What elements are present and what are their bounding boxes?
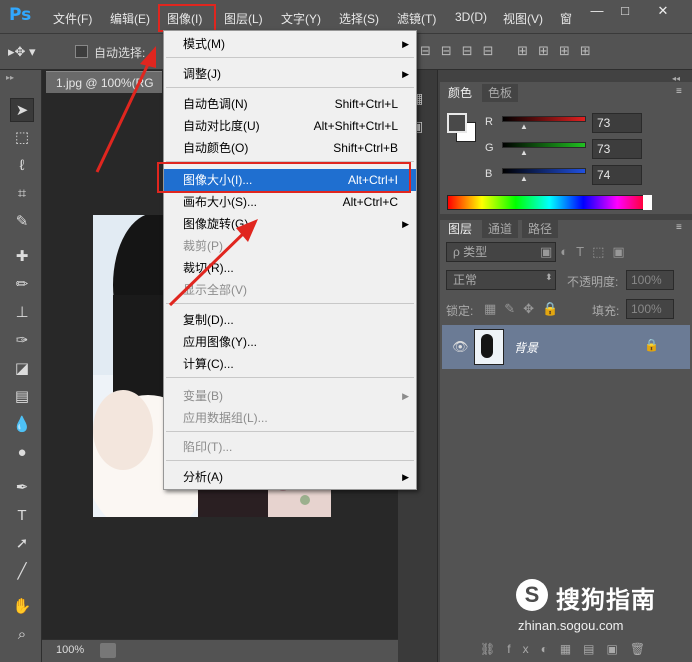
- annotation-arrows: [95, 46, 258, 307]
- watermark-logo: S: [516, 579, 548, 611]
- watermark-url: zhinan.sogou.com: [518, 618, 624, 633]
- watermark-brand: 搜狗指南: [556, 587, 656, 614]
